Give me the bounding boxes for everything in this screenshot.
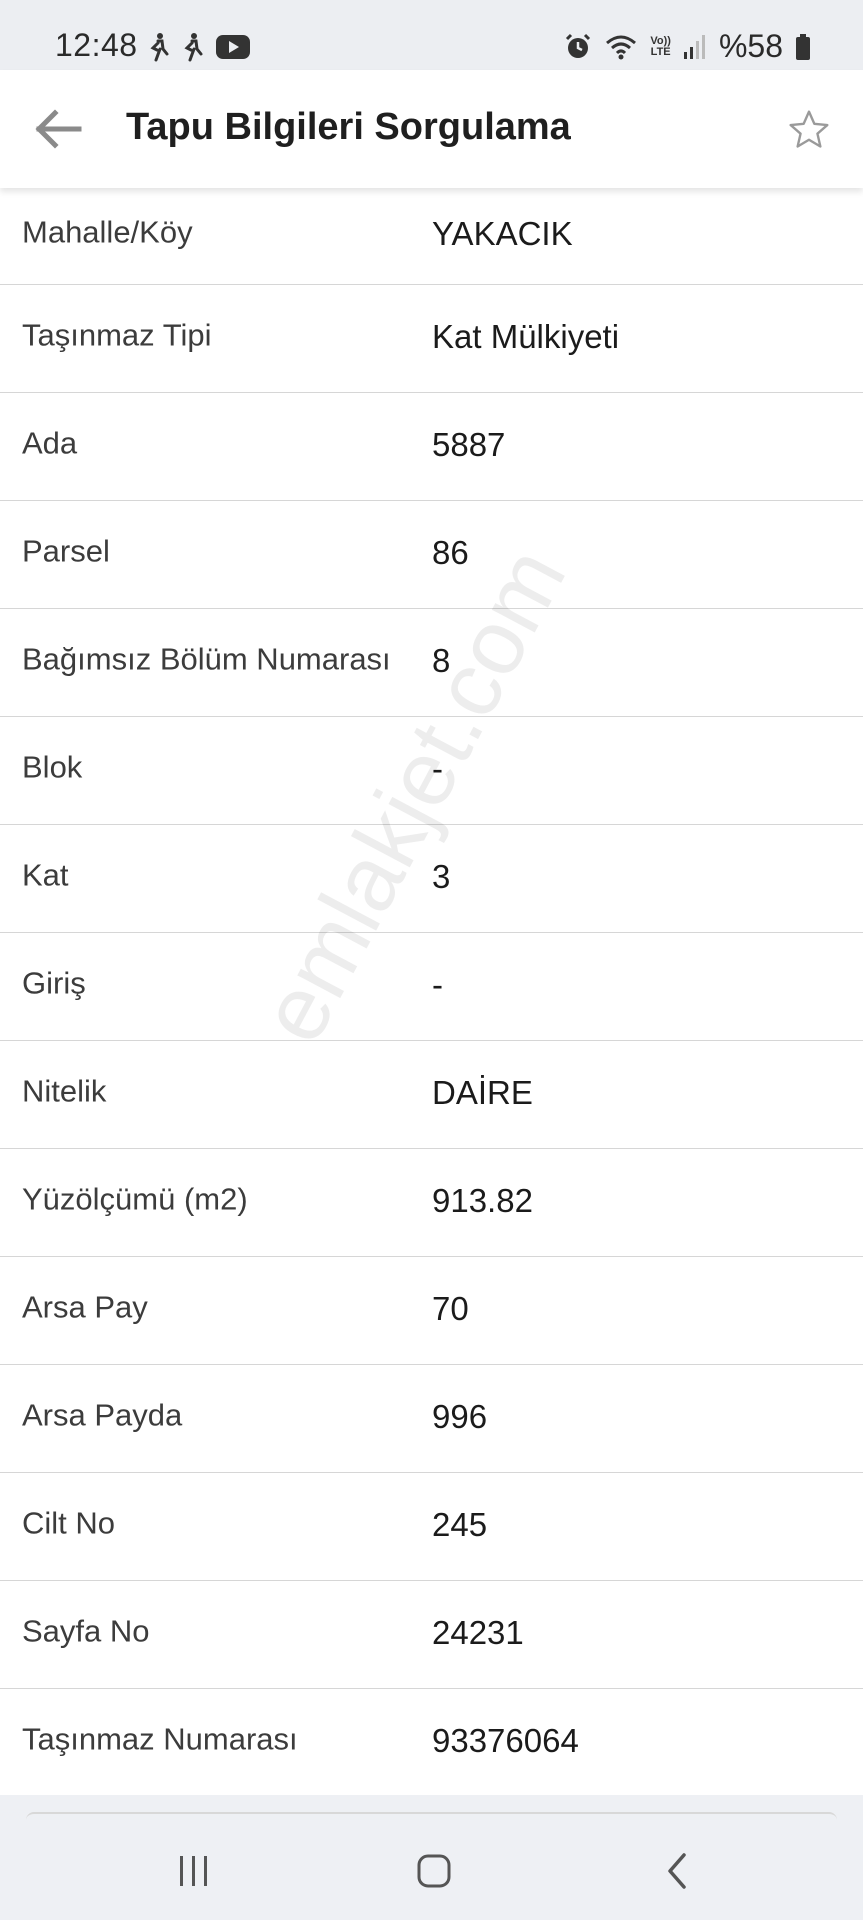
wifi-icon bbox=[606, 35, 637, 59]
row-label: Mahalle/Köy bbox=[22, 214, 193, 250]
status-system-icons: Vo)) LTE %58 bbox=[564, 28, 811, 65]
list-item: Mahalle/Köy YAKACIK bbox=[0, 188, 863, 285]
row-label: Taşınmaz Numarası bbox=[22, 1720, 298, 1756]
row-value: Kat Mülkiyeti bbox=[432, 317, 620, 355]
row-label: Nitelik bbox=[22, 1072, 107, 1108]
alarm-icon bbox=[566, 33, 591, 58]
row-value: 70 bbox=[432, 1289, 469, 1327]
list-item: Taşınmaz Tipi Kat Mülkiyeti bbox=[0, 285, 863, 393]
volte-indicator: Vo)) LTE bbox=[650, 34, 671, 58]
volte-top-label: Vo)) bbox=[650, 34, 671, 47]
app-bar: Tapu Bilgileri Sorgulama bbox=[0, 70, 863, 188]
row-value: 245 bbox=[432, 1505, 488, 1543]
home-icon bbox=[417, 1854, 451, 1888]
row-value: 24231 bbox=[432, 1613, 524, 1651]
row-value: 5887 bbox=[432, 425, 506, 463]
list-item: Arsa Pay 70 bbox=[0, 1257, 863, 1365]
row-label: Arsa Payda bbox=[22, 1396, 183, 1432]
youtube-icon bbox=[216, 35, 250, 59]
volte-bottom-label: LTE bbox=[650, 45, 671, 58]
row-value: 996 bbox=[432, 1397, 488, 1435]
list-item: Giriş - bbox=[0, 933, 863, 1041]
card-edge bbox=[26, 1812, 837, 1820]
back-button[interactable] bbox=[30, 104, 86, 154]
list-item: Parsel 86 bbox=[0, 501, 863, 609]
list-item: Ada 5887 bbox=[0, 393, 863, 501]
nav-back-button[interactable] bbox=[648, 1848, 708, 1894]
list-item: Arsa Payda 996 bbox=[0, 1365, 863, 1473]
recent-apps-button[interactable] bbox=[164, 1848, 224, 1894]
row-label: Giriş bbox=[22, 964, 86, 1000]
battery-percent: %58 bbox=[718, 28, 783, 64]
status-bar: 12:48 Vo)) LTE %58 bbox=[0, 0, 863, 70]
row-label: Bağımsız Bölüm Numarası bbox=[22, 640, 391, 676]
row-label: Cilt No bbox=[22, 1504, 116, 1540]
row-label: Arsa Pay bbox=[22, 1288, 148, 1324]
row-label: Sayfa No bbox=[22, 1612, 150, 1648]
signal-icon bbox=[683, 34, 705, 59]
chevron-left-icon bbox=[668, 1853, 686, 1889]
status-notification-icons bbox=[148, 32, 250, 62]
walking-icon bbox=[150, 33, 169, 62]
list-item: Nitelik DAİRE bbox=[0, 1041, 863, 1149]
walking-icon bbox=[184, 33, 203, 62]
row-label: Blok bbox=[22, 748, 83, 784]
arrow-left-icon bbox=[35, 109, 82, 149]
row-value: 86 bbox=[432, 533, 469, 571]
list-item: Cilt No 245 bbox=[0, 1473, 863, 1581]
list-item: Taşınmaz Numarası 93376064 bbox=[0, 1689, 863, 1797]
favorite-button[interactable] bbox=[783, 104, 835, 156]
row-value: 913.82 bbox=[432, 1181, 533, 1219]
row-value: YAKACIK bbox=[432, 215, 573, 253]
row-value: DAİRE bbox=[432, 1073, 533, 1111]
row-value: - bbox=[432, 965, 443, 1003]
row-label: Yüzölçümü (m2) bbox=[22, 1180, 248, 1216]
row-label: Ada bbox=[22, 424, 78, 460]
row-label: Kat bbox=[22, 856, 69, 892]
battery-icon bbox=[796, 33, 810, 60]
row-value: 93376064 bbox=[432, 1721, 579, 1759]
system-nav-bar bbox=[0, 1820, 863, 1920]
home-button[interactable] bbox=[404, 1848, 464, 1894]
recent-apps-icon bbox=[180, 1856, 207, 1886]
star-outline-icon bbox=[789, 110, 829, 148]
property-info-list: Mahalle/Köy YAKACIK Taşınmaz Tipi Kat Mü… bbox=[0, 188, 863, 1797]
row-label: Parsel bbox=[22, 532, 110, 568]
page-title: Tapu Bilgileri Sorgulama bbox=[126, 106, 571, 148]
status-time: 12:48 bbox=[55, 27, 138, 63]
row-label: Taşınmaz Tipi bbox=[22, 316, 212, 352]
list-item: Sayfa No 24231 bbox=[0, 1581, 863, 1689]
list-item: Yüzölçümü (m2) 913.82 bbox=[0, 1149, 863, 1257]
